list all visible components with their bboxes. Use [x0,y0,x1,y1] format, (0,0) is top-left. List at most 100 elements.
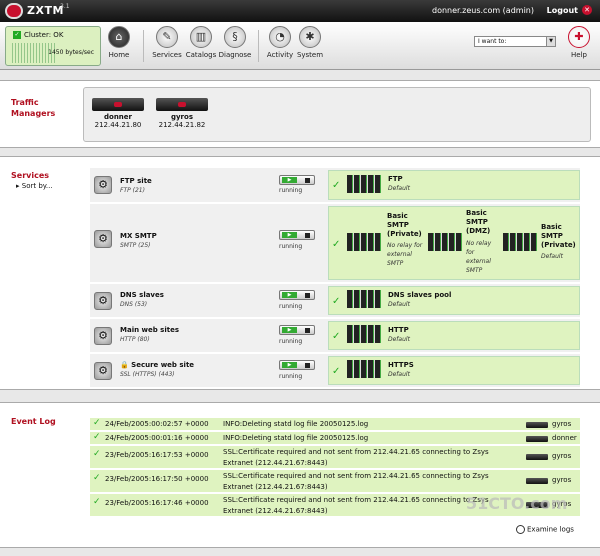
traffic-rate: 1450 bytes/sec [48,49,94,56]
service-name: 🔒 Secure web site [120,361,195,369]
play-icon: ▶ [282,177,297,183]
check-icon: ✓ [13,31,21,39]
server-rack-icon [347,325,381,343]
pools-cell: ✓ FTP Default [328,170,580,200]
start-stop-control[interactable]: ▶ [279,175,315,185]
book-icon: ▥ [190,26,212,48]
check-icon: ✓ [332,296,341,307]
server-icon [156,98,208,111]
virtual-server-row[interactable]: ⚙ MX SMTP SMTP (25) ▶ running ✓ Basic SM… [90,204,580,283]
pool-item[interactable]: HTTP Default [347,325,467,349]
check-icon: ✓ [332,239,341,250]
play-icon: ▶ [282,362,297,368]
status-label: running [279,303,303,310]
server-icon [526,478,548,484]
server-icon [526,422,548,428]
gear-icon[interactable]: ⚙ [94,362,112,380]
start-stop-control[interactable]: ▶ [279,325,315,335]
services-title: Services [11,171,50,180]
stethoscope-icon: § [224,26,246,48]
activity-button[interactable]: ◔ Activity [265,26,295,59]
top-bar: ZXTM 3.1 donner.zeus.com (admin) Logout … [0,0,600,22]
stop-icon [305,363,310,368]
i-want-to-select[interactable]: I want to: ▼ [474,36,556,47]
gear-icon: ✱ [299,26,321,48]
services-button[interactable]: ✎ Services [150,26,184,59]
gear-icon[interactable]: ⚙ [94,327,112,345]
status-label: running [279,338,303,345]
pools-cell: ✓ HTTPS Default [328,356,580,385]
pools-cell: ✓ HTTP Default [328,321,580,350]
check-icon: ✓ [93,432,101,442]
catalogs-button[interactable]: ▥ Catalogs [185,26,217,59]
server-icon [526,436,548,442]
cluster-status-label: Cluster: OK [24,31,64,39]
virtual-server-row[interactable]: ⚙ FTP site FTP (21) ▶ running ✓ FTP Defau… [90,168,580,203]
lock-icon: 🔒 [120,361,129,369]
traffic-managers-title: Traffic Managers [11,98,56,118]
start-stop-control[interactable]: ▶ [279,360,315,370]
divider [258,30,259,62]
help-button[interactable]: ✚ Help [566,26,592,59]
start-stop-control[interactable]: ▶ [279,290,315,300]
toolbar: ✓ Cluster: OK 1450 bytes/sec ⌂ Home ✎ Serv… [0,22,600,70]
gear-icon[interactable]: ⚙ [94,230,112,248]
zxtm-logo-icon [5,3,23,19]
traffic-managers-box: donner 212.44.21.80 gyros 212.44.21.82 [83,87,591,142]
gauge-icon: ◔ [269,26,291,48]
home-button[interactable]: ⌂ Home [106,26,132,59]
current-user: donner.zeus.com (admin) [432,6,534,15]
lifebuoy-icon: ✚ [568,26,590,48]
log-row[interactable]: ✓ 24/Feb/2005:00:01:16 +0000 INFO:Deleting… [90,432,580,445]
server-icon [526,454,548,460]
log-row[interactable]: ✓ 23/Feb/2005:16:17:53 +0000 SSL:Certifica… [90,446,580,469]
server-rack-icon [347,175,381,193]
chevron-down-icon: ▼ [546,37,555,46]
divider [143,30,144,62]
pool-item[interactable]: HTTPS Default [347,360,467,384]
check-icon: ✓ [332,331,341,342]
pool-item[interactable]: FTP Default [347,175,467,199]
diagnose-button[interactable]: § Diagnose [218,26,252,59]
watermark: 51CTO.com [466,494,568,513]
cluster-status[interactable]: ✓ Cluster: OK 1450 bytes/sec [5,26,101,66]
logout-icon[interactable]: ✕ [582,5,592,15]
gear-icon[interactable]: ⚙ [94,292,112,310]
log-row[interactable]: ✓ 23/Feb/2005:16:17:50 +0000 SSL:Certifica… [90,470,580,493]
check-icon: ✓ [93,418,101,428]
play-icon: ▶ [282,232,297,238]
home-icon: ⌂ [108,26,130,48]
stop-icon [305,233,310,238]
start-stop-control[interactable]: ▶ [279,230,315,240]
pool-item[interactable]: Basic SMTP (Private) Default [503,209,579,281]
status-label: running [279,373,303,380]
check-icon: ✓ [93,449,101,459]
server-rack-icon [347,290,381,308]
gear-icon[interactable]: ⚙ [94,176,112,194]
pool-item[interactable]: Basic SMTP (DMZ) No relay for external SM… [428,209,500,281]
pools-cell: ✓ Basic SMTP (Private) No relay for exter… [328,206,580,280]
virtual-server-row[interactable]: ⚙ 🔒 Secure web site SSL (HTTPS) (443) ▶ … [90,354,580,388]
wrench-icon: ✎ [156,26,178,48]
check-icon: ✓ [93,497,101,507]
stop-icon [305,328,310,333]
stop-icon [305,178,310,183]
sort-by-link[interactable]: ▸ Sort by... [16,182,53,190]
magnifier-icon [516,525,525,534]
check-icon: ✓ [93,473,101,483]
examine-logs-button[interactable]: Examine logs [516,525,574,534]
virtual-server-row[interactable]: ⚙ DNS slaves DNS (53) ▶ running ✓ DNS sl… [90,284,580,318]
virtual-server-row[interactable]: ⚙ Main web sites HTTP (80) ▶ running ✓ H… [90,319,580,353]
log-row[interactable]: ✓ 24/Feb/2005:00:02:57 +0000 INFO:Deleting… [90,418,580,431]
logout-link[interactable]: Logout [547,6,578,15]
traffic-manager-donner[interactable]: donner 212.44.21.80 [90,98,146,129]
server-rack-icon [428,233,462,251]
server-icon [92,98,144,111]
pool-item[interactable]: DNS slaves pool Default [347,290,487,314]
server-rack-icon [503,233,537,251]
traffic-manager-gyros[interactable]: gyros 212.44.21.82 [154,98,210,129]
pool-item[interactable]: Basic SMTP (Private) No relay for externa… [347,209,425,281]
server-rack-icon [347,233,381,251]
system-button[interactable]: ✱ System [296,26,324,59]
play-icon: ▶ [282,292,297,298]
